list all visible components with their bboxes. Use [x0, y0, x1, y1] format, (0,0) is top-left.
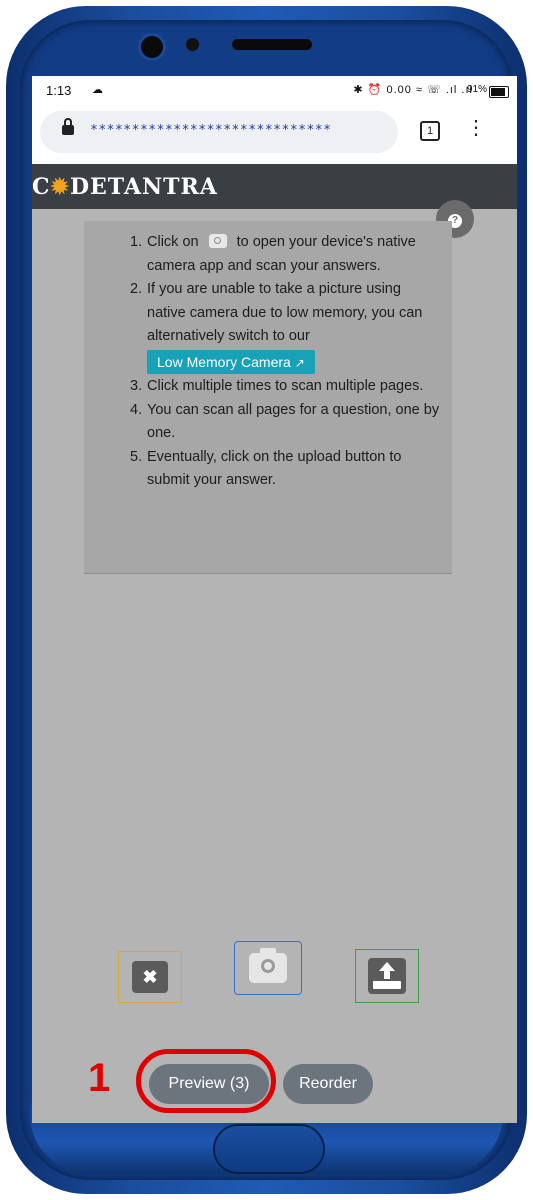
system-icons: ✱ ⏰ 0.00 ≈ ☏ .ıl .ıl	[353, 84, 473, 96]
battery-icon	[489, 86, 509, 98]
instruction-item: 3. Click multiple times to scan multiple…	[130, 378, 424, 394]
proximity-sensor	[186, 38, 199, 51]
url-text[interactable]: *****************************	[90, 123, 331, 138]
sun-icon: ✹	[50, 174, 70, 200]
capture-button[interactable]	[234, 941, 302, 995]
overflow-menu-icon[interactable]: ⋮	[466, 118, 486, 138]
camera-icon	[249, 948, 287, 983]
reorder-button[interactable]: Reorder	[283, 1064, 373, 1104]
tab-switcher-button[interactable]: 1	[420, 121, 440, 141]
upload-icon	[368, 958, 406, 994]
status-bar: 1:13 ☁ ✱ ⏰ 0.00 ≈ ☏ .ıl .ıl 91%	[32, 76, 517, 106]
instruction-item: 4. You can scan all pages for a question…	[130, 401, 440, 442]
address-bar[interactable]: *****************************	[40, 111, 398, 153]
instruction-item: 1. Click on to open your device's native …	[130, 234, 416, 274]
camera-icon	[208, 234, 227, 249]
browser-toolbar: ***************************** 1 ⋮	[32, 106, 517, 164]
home-button[interactable]	[213, 1124, 325, 1174]
status-time: 1:13	[46, 83, 72, 98]
lock-icon	[62, 118, 74, 135]
discard-button[interactable]: ✖	[118, 951, 182, 1003]
instructions-panel: 1. Click on to open your device's native …	[84, 221, 452, 574]
instruction-item: 2. If you are unable to take a picture u…	[130, 278, 440, 375]
external-link-icon: ↗	[294, 355, 305, 370]
battery-percent: 91%	[466, 84, 487, 95]
front-camera	[138, 33, 166, 61]
annotation-highlight-ring	[136, 1049, 276, 1113]
low-memory-camera-link[interactable]: Low Memory Camera ↗	[147, 349, 315, 374]
close-icon: ✖	[132, 961, 168, 993]
annotation-step-number: 1	[88, 1056, 111, 1100]
upload-button[interactable]	[355, 949, 419, 1003]
phone-screen: 1:13 ☁ ✱ ⏰ 0.00 ≈ ☏ .ıl .ıl 91% ********…	[32, 76, 517, 1123]
cloud-icon: ☁	[92, 84, 103, 96]
earpiece-speaker	[232, 39, 312, 50]
instruction-item: 5. Eventually, click on the upload butto…	[130, 448, 402, 489]
codetantra-logo: C✹DETANTRA	[32, 174, 218, 200]
scan-actions: ✖	[32, 941, 517, 1011]
instructions-list: 1. Click on to open your device's native …	[130, 231, 440, 493]
